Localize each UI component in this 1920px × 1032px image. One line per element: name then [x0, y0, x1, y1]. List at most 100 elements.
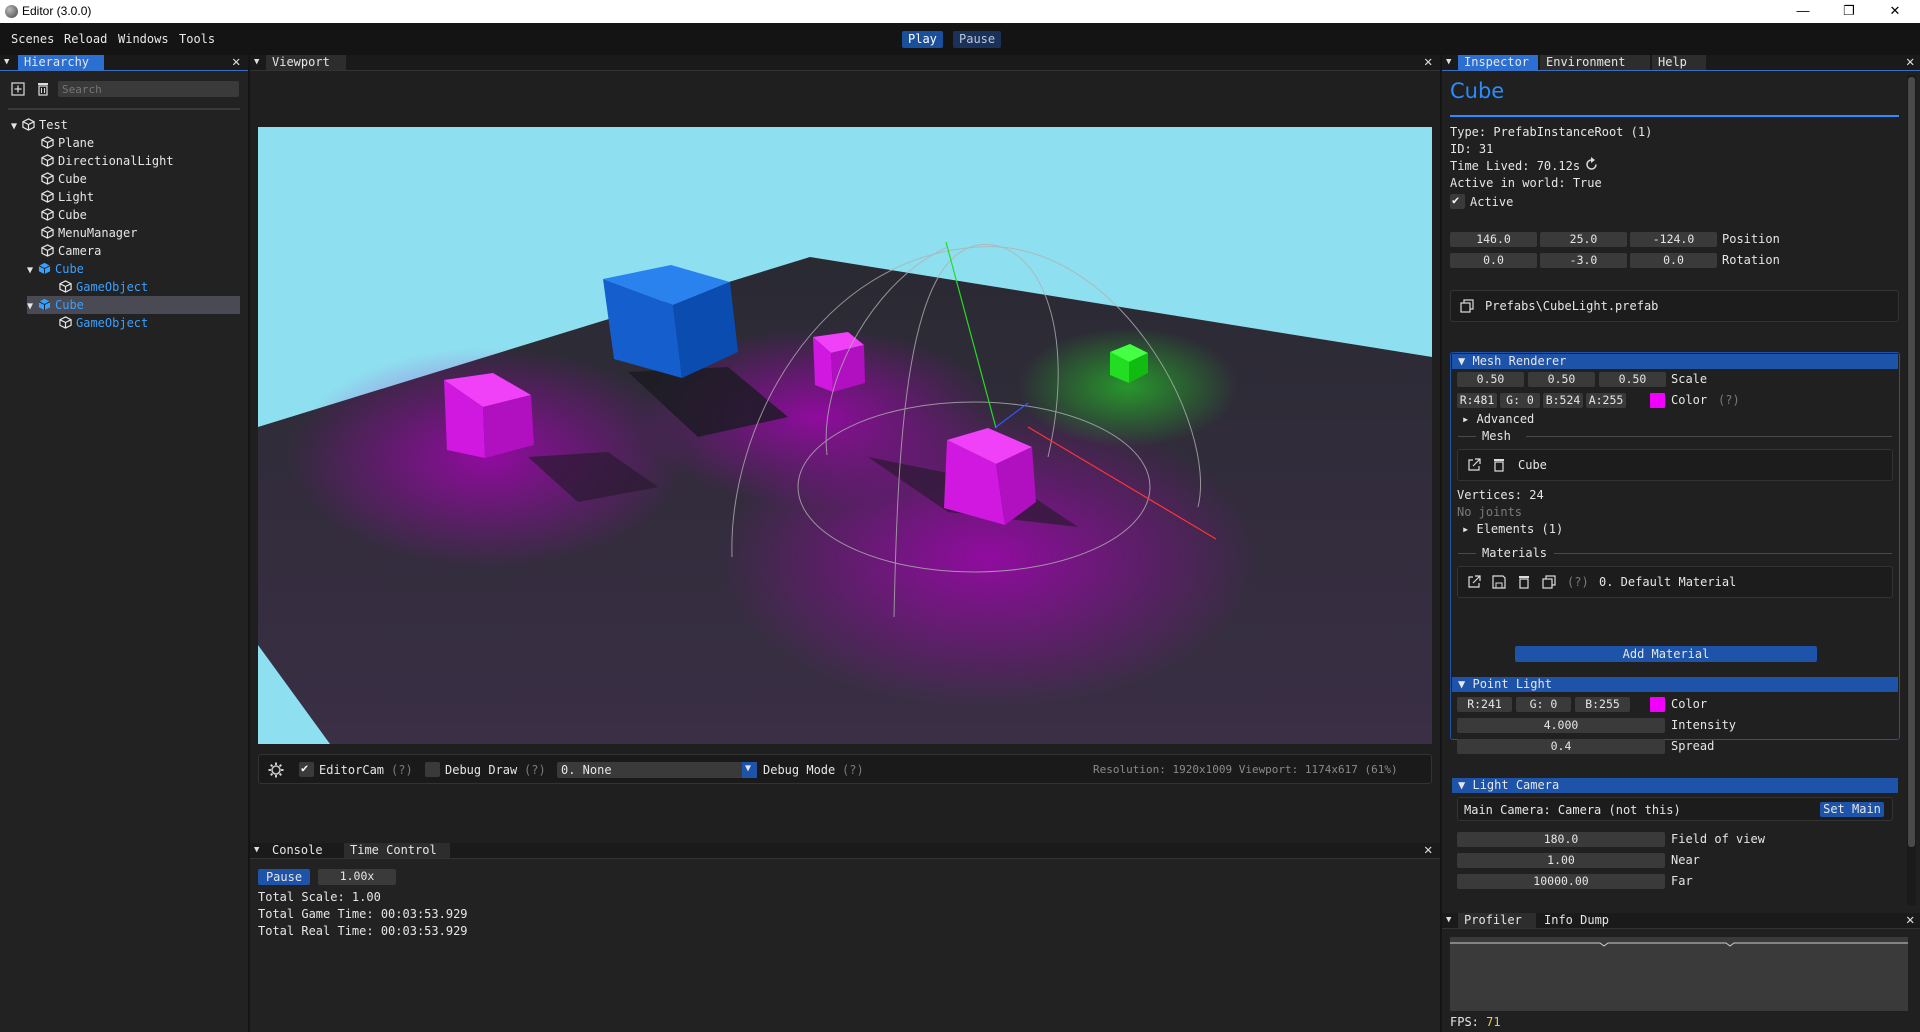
menu-scenes[interactable]: Scenes — [11, 32, 54, 46]
tab-info-dump[interactable]: Info Dump — [1538, 913, 1628, 928]
trash-icon[interactable] — [1492, 458, 1506, 472]
tree-item-cube[interactable]: Cube — [41, 206, 87, 224]
add-material-button[interactable]: Add Material — [1515, 646, 1817, 662]
collapse-arrow-icon[interactable]: ▼ — [254, 845, 259, 855]
spread-field[interactable]: 0.4 — [1457, 739, 1665, 754]
tab-hierarchy[interactable]: Hierarchy — [18, 55, 104, 70]
reset-icon[interactable] — [1584, 157, 1599, 172]
close-icon[interactable]: ✕ — [1424, 842, 1432, 858]
chevron-down-icon[interactable]: ▼ — [742, 762, 757, 778]
position-z-field[interactable]: -124.0 — [1630, 232, 1717, 247]
maximize-button[interactable]: ❐ — [1826, 0, 1872, 23]
trash-icon[interactable] — [1517, 575, 1531, 589]
color-b-field[interactable]: B:524 — [1543, 393, 1583, 408]
hierarchy-search-input[interactable] — [58, 81, 239, 97]
menu-tools[interactable]: Tools — [179, 32, 215, 46]
position-y-field[interactable]: 25.0 — [1540, 232, 1627, 247]
rotation-y-field[interactable]: -3.0 — [1540, 253, 1627, 268]
scale-y-field[interactable]: 0.50 — [1528, 372, 1595, 387]
copy-icon[interactable] — [1460, 299, 1474, 313]
collapse-arrow-icon[interactable]: ▼ — [4, 57, 9, 67]
color-r-field[interactable]: R:481 — [1457, 393, 1497, 408]
tree-item-cube-selected[interactable]: ▼ Cube — [27, 296, 240, 314]
tab-help[interactable]: Help — [1652, 55, 1706, 70]
help-marker[interactable]: (?) — [524, 763, 546, 777]
rotation-z-field[interactable]: 0.0 — [1630, 253, 1717, 268]
scrollbar-track[interactable] — [1907, 75, 1916, 905]
tree-item-gameobject[interactable]: GameObject — [59, 314, 148, 332]
debug-mode-select[interactable]: 0. None ▼ — [557, 762, 757, 778]
time-scale-field[interactable]: 1.00x — [318, 869, 396, 885]
help-marker[interactable]: (?) — [391, 763, 413, 777]
tree-item-gameobject[interactable]: GameObject — [59, 278, 148, 296]
splitter[interactable] — [248, 55, 250, 1032]
play-button[interactable]: Play — [902, 31, 943, 48]
close-icon[interactable]: ✕ — [1906, 54, 1914, 70]
tab-inspector[interactable]: Inspector — [1458, 55, 1538, 70]
debug-draw-checkbox[interactable] — [425, 762, 440, 777]
near-field[interactable]: 1.00 — [1457, 853, 1665, 868]
rotation-x-field[interactable]: 0.0 — [1450, 253, 1537, 268]
set-main-button[interactable]: Set Main — [1820, 802, 1884, 817]
light-camera-header[interactable]: ▼ Light Camera — [1452, 778, 1898, 793]
color-g-field[interactable]: G: 0 — [1500, 393, 1540, 408]
close-icon[interactable]: ✕ — [232, 54, 240, 70]
tab-profiler[interactable]: Profiler — [1458, 913, 1536, 928]
scale-x-field[interactable]: 0.50 — [1457, 372, 1524, 387]
expand-arrow-icon[interactable]: ▼ — [1458, 354, 1465, 368]
expand-arrow-icon[interactable]: ▼ — [1458, 677, 1465, 691]
tree-item-plane[interactable]: Plane — [41, 134, 94, 152]
open-external-icon[interactable] — [1467, 458, 1481, 472]
menu-reload[interactable]: Reload — [64, 32, 107, 46]
tab-time-control[interactable]: Time Control — [344, 843, 450, 858]
tree-item-menumanager[interactable]: MenuManager — [41, 224, 137, 242]
active-checkbox[interactable]: ✔ — [1450, 193, 1465, 209]
expand-arrow-icon[interactable]: ▼ — [1458, 778, 1465, 792]
scene-view[interactable] — [258, 127, 1432, 744]
scale-z-field[interactable]: 0.50 — [1599, 372, 1666, 387]
help-marker[interactable]: (?) — [1567, 575, 1589, 589]
cube-blue[interactable] — [603, 265, 738, 378]
tree-item-camera[interactable]: Camera — [41, 242, 101, 260]
collapse-arrow-icon[interactable]: ▼ — [1446, 915, 1451, 925]
mesh-renderer-header[interactable]: ▼ Mesh Renderer — [1452, 354, 1898, 369]
tree-item-light[interactable]: Light — [41, 188, 94, 206]
collapse-arrow-icon[interactable]: ▼ — [1446, 57, 1451, 67]
collapse-arrow-icon[interactable]: ▼ — [254, 57, 259, 67]
tab-environment[interactable]: Environment — [1540, 55, 1650, 70]
point-light-header[interactable]: ▼ Point Light — [1452, 677, 1898, 692]
light-color-swatch[interactable] — [1650, 697, 1665, 712]
menu-windows[interactable]: Windows — [118, 32, 169, 46]
tree-item-cube-prefab[interactable]: ▼ Cube — [27, 260, 84, 278]
close-window-button[interactable]: ✕ — [1872, 0, 1918, 23]
light-color-r-field[interactable]: R:241 — [1457, 697, 1512, 712]
expand-arrow-icon[interactable]: ▼ — [27, 298, 38, 316]
open-external-icon[interactable] — [1467, 575, 1481, 589]
intensity-field[interactable]: 4.000 — [1457, 718, 1665, 733]
help-marker[interactable]: (?) — [842, 763, 864, 777]
tree-item-directionallight[interactable]: DirectionalLight — [41, 152, 174, 170]
tree-item-test[interactable]: ▼ Test — [11, 116, 68, 134]
advanced-toggle[interactable]: ▸ Advanced — [1462, 412, 1534, 426]
close-icon[interactable]: ✕ — [1424, 54, 1432, 70]
light-color-g-field[interactable]: G: 0 — [1516, 697, 1571, 712]
tab-console[interactable]: Console — [266, 843, 344, 858]
expand-arrow-icon[interactable]: ▼ — [11, 118, 22, 136]
expand-arrow-icon[interactable]: ▼ — [27, 262, 38, 280]
tab-viewport[interactable]: Viewport — [266, 55, 346, 70]
elements-toggle[interactable]: ▸ Elements (1) — [1462, 522, 1563, 536]
splitter[interactable] — [1440, 55, 1442, 1032]
minimize-button[interactable]: — — [1780, 0, 1826, 23]
pause-button[interactable]: Pause — [953, 31, 1002, 48]
save-icon[interactable] — [1492, 575, 1506, 589]
position-x-field[interactable]: 146.0 — [1450, 232, 1537, 247]
scrollbar-thumb[interactable] — [1908, 77, 1915, 847]
fov-field[interactable]: 180.0 — [1457, 832, 1665, 847]
editorcam-checkbox[interactable]: ✔ — [299, 761, 314, 777]
time-pause-button[interactable]: Pause — [258, 869, 310, 885]
color-swatch[interactable] — [1650, 393, 1665, 408]
gear-icon[interactable] — [268, 762, 284, 778]
light-color-b-field[interactable]: B:255 — [1575, 697, 1630, 712]
trash-icon[interactable] — [36, 82, 50, 96]
duplicate-icon[interactable] — [1542, 575, 1556, 589]
